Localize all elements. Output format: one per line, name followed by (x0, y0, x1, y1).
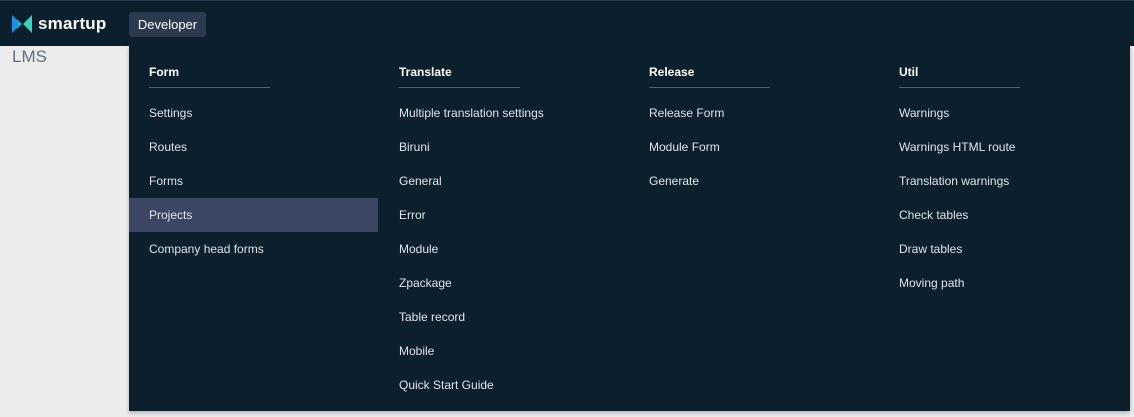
menu-item-routes[interactable]: Routes (129, 130, 378, 164)
menu-item-check-tables[interactable]: Check tables (879, 198, 1128, 232)
brand-name: smartup (38, 14, 107, 33)
menu-item-draw-tables[interactable]: Draw tables (879, 232, 1128, 266)
menu-item-module[interactable]: Module (379, 232, 628, 266)
menu-item-forms[interactable]: Forms (129, 164, 378, 198)
page-title: LMS (12, 47, 47, 66)
menu-column-title: Release (649, 65, 770, 88)
menu-item-quick-start-guide[interactable]: Quick Start Guide (379, 368, 628, 402)
brand-logo[interactable]: smartup (12, 13, 106, 35)
menu-item-general[interactable]: General (379, 164, 628, 198)
menu-item-release-form[interactable]: Release Form (629, 96, 878, 130)
menu-item-error[interactable]: Error (379, 198, 628, 232)
menu-item-moving-path[interactable]: Moving path (879, 266, 1128, 300)
menu-column-title: Translate (399, 65, 520, 88)
menu-item-module-form[interactable]: Module Form (629, 130, 878, 164)
menu-item-translation-warnings[interactable]: Translation warnings (879, 164, 1128, 198)
menu-item-settings[interactable]: Settings (129, 96, 378, 130)
menu-item-projects[interactable]: Projects (129, 198, 378, 232)
menu-item-biruni[interactable]: Biruni (379, 130, 628, 164)
developer-menu-button[interactable]: Developer (129, 12, 206, 37)
menu-item-mobile[interactable]: Mobile (379, 334, 628, 368)
menu-column-title: Form (149, 65, 270, 88)
menu-column-title: Util (899, 65, 1020, 88)
menu-item-zpackage[interactable]: Zpackage (379, 266, 628, 300)
developer-dropdown-menu: Form Settings Routes Forms Projects Comp… (129, 46, 1130, 411)
menu-item-table-record[interactable]: Table record (379, 300, 628, 334)
smartup-logo-icon (12, 15, 32, 33)
menu-item-warnings-html-route[interactable]: Warnings HTML route (879, 130, 1128, 164)
top-navbar: smartup Developer (0, 0, 1134, 46)
menu-item-generate[interactable]: Generate (629, 164, 878, 198)
menu-item-company-head-forms[interactable]: Company head forms (129, 232, 378, 266)
menu-item-warnings[interactable]: Warnings (879, 96, 1128, 130)
menu-item-multiple-translation-settings[interactable]: Multiple translation settings (379, 96, 628, 130)
